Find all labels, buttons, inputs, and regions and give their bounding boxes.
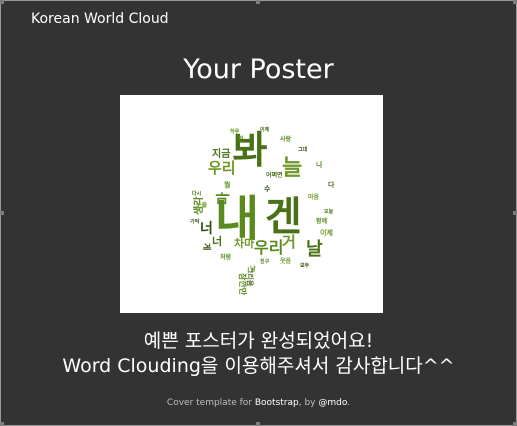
footer-suffix: .	[347, 398, 351, 408]
word-med-2: 지금	[212, 147, 230, 160]
word-filler-13: 웃음	[280, 257, 292, 265]
word-filler-1: 하루	[230, 128, 240, 135]
word-filler-10: 기억	[190, 218, 200, 225]
poster-image: 잠깐만 그리움 봐 늘 내 겐 우리 지금 생각 너 마 거 날 우리 차마 게…	[120, 95, 383, 313]
word-large-2: 늘	[282, 156, 302, 181]
word-med-8: 우리	[254, 238, 283, 257]
word-med-6: 거	[282, 233, 296, 251]
word-med-5: 마	[216, 192, 232, 205]
completion-message: 예쁜 포스터가 완성되었어요!	[143, 330, 374, 352]
resize-handle-right[interactable]	[513, 211, 517, 215]
page-title: Your Poster	[183, 54, 334, 85]
resize-handle-top-right[interactable]	[513, 0, 517, 4]
word-filler-15: 남	[250, 265, 256, 273]
author-link[interactable]: @mdo	[318, 398, 347, 408]
word-small-9: 다	[328, 180, 335, 189]
word-small-2: 게	[202, 243, 212, 250]
word-med-4: 너	[200, 221, 213, 237]
word-filler-3: 사랑	[280, 135, 292, 143]
word-filler-6: 오늘	[324, 208, 334, 215]
word-cloud-tree: 잠깐만 그리움 봐 늘 내 겐 우리 지금 생각 너 마 거 날 우리 차마 게…	[190, 126, 335, 296]
resize-handle-bottom-right[interactable]	[513, 422, 517, 426]
resize-handle-bottom[interactable]	[256, 422, 260, 426]
word-filler-8: 다시	[192, 190, 202, 197]
word-filler-9: 눈물	[196, 201, 208, 209]
word-small-1: 차마	[234, 236, 255, 250]
word-filler-2: 이제	[260, 126, 270, 133]
word-filler-12: 친구	[260, 258, 270, 265]
word-med-7: 날	[306, 239, 323, 260]
word-small-3: 너	[212, 234, 222, 248]
word-filler-14: 모두	[300, 262, 310, 269]
word-small-8: 한	[238, 135, 244, 143]
word-small-10: 뭘	[224, 180, 230, 189]
word-small-6: 어쩌면	[266, 171, 283, 179]
thank-you-message: Word Clouding을 이용해주셔서 감사합니다^^	[62, 355, 455, 377]
resize-handle-left[interactable]	[0, 211, 4, 215]
word-filler-7: 함께	[316, 217, 328, 225]
brand-link[interactable]: Korean World Cloud	[31, 11, 169, 27]
footer-middle: , by	[298, 398, 319, 408]
resize-handle-bottom-left[interactable]	[0, 422, 4, 426]
word-filler-11: 처럼	[220, 253, 231, 261]
word-small-5: 이제	[320, 228, 333, 237]
bootstrap-link[interactable]: Bootstrap	[255, 398, 299, 408]
word-filler-4: 그대	[298, 146, 308, 153]
footer: Cover template for Bootstrap, by @mdo.	[0, 398, 517, 408]
word-small-4: 나	[316, 160, 323, 169]
footer-prefix: Cover template for	[166, 398, 255, 408]
word-small-7: 수	[264, 185, 271, 193]
word-med-1: 우리	[208, 159, 236, 177]
word-filler-5: 마음	[308, 193, 320, 201]
resize-handle-top[interactable]	[256, 0, 260, 4]
resize-handle-top-left[interactable]	[0, 0, 4, 4]
